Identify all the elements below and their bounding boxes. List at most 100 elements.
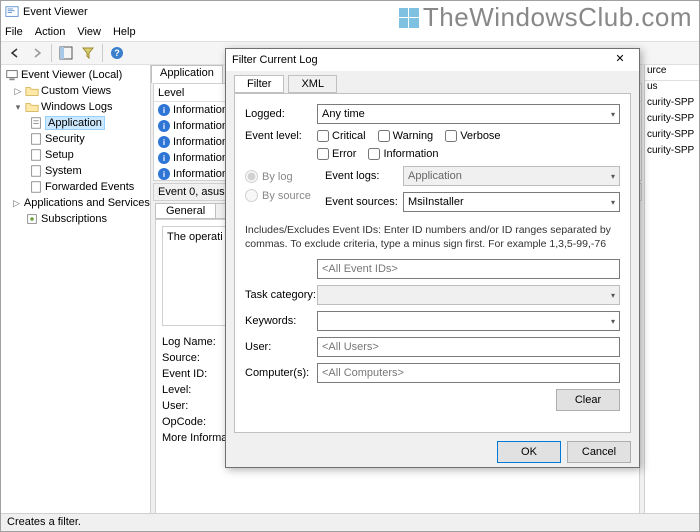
chevron-down-icon: ▾ [611,198,615,207]
tree-label: Subscriptions [41,213,107,225]
log-icon [29,148,43,162]
tree-item-subscriptions[interactable]: ▷ Subscriptions [13,211,148,227]
keywords-combo[interactable]: ▾ [317,311,620,331]
detail-title: Event 0, asus [158,186,225,198]
chevron-down-icon: ▾ [611,110,615,119]
dialog-title: Filter Current Log [232,54,318,66]
ok-button[interactable]: OK [497,441,561,463]
information-checkbox[interactable]: Information [368,148,438,160]
menu-view[interactable]: View [77,26,101,38]
warning-checkbox[interactable]: Warning [378,130,434,142]
expand-icon[interactable]: ▷ [13,86,23,97]
navigation-tree[interactable]: Event Viewer (Local) ▷ Custom Views ▾ Wi… [1,65,151,531]
tree-item-custom-views[interactable]: ▷ Custom Views [13,83,148,99]
task-category-label: Task category: [245,289,317,301]
logged-label: Logged: [245,108,317,120]
collapse-icon[interactable]: ▾ [13,102,23,113]
info-icon: i [158,136,170,148]
tab-application[interactable]: Application [151,65,223,83]
event-level: Information [173,152,228,164]
menubar: File Action View Help [1,23,699,41]
right-column: urce us curity-SPP curity-SPP curity-SPP… [644,65,699,531]
event-sources-label: Event sources: [325,196,403,208]
tree-item-windows-logs[interactable]: ▾ Windows Logs [13,99,148,115]
svg-text:?: ? [114,48,120,58]
tree-label: Security [45,133,85,145]
tree-label: Windows Logs [41,101,113,113]
logged-combo[interactable]: Any time▾ [317,104,620,124]
by-log-radio: By log [245,170,317,183]
error-checkbox[interactable]: Error [317,148,356,160]
log-icon [29,116,43,130]
user-input[interactable]: <All Users> [317,337,620,357]
close-dialog-button[interactable]: ✕ [607,50,633,70]
computers-input[interactable]: <All Computers> [317,363,620,383]
titlebar: Event Viewer [1,1,699,23]
tree-item-setup[interactable]: Setup [27,147,148,163]
cancel-button[interactable]: Cancel [567,441,631,463]
expand-icon[interactable]: ▷ [13,198,20,209]
info-icon: i [158,104,170,116]
back-button[interactable] [5,43,25,63]
arrow-right-icon [31,47,43,59]
forward-button[interactable] [27,43,47,63]
tree-label: Event Viewer (Local) [21,69,122,81]
menu-help[interactable]: Help [113,26,136,38]
dialog-titlebar: Filter Current Log ✕ [226,49,639,71]
event-level: Information [173,104,228,116]
window-title: Event Viewer [23,6,88,18]
clear-button[interactable]: Clear [556,389,620,411]
critical-checkbox[interactable]: Critical [317,130,366,142]
help-button[interactable]: ? [107,43,127,63]
tab-general[interactable]: General [155,203,216,219]
tree-label: Applications and Services Lo [24,197,151,209]
app-icon [5,5,19,19]
info-icon: i [158,120,170,132]
status-text: Creates a filter. [7,516,81,528]
menu-action[interactable]: Action [35,26,66,38]
event-level: Information [173,136,228,148]
arrow-left-icon [9,47,21,59]
show-tree-button[interactable] [56,43,76,63]
tree-label: System [45,165,82,177]
event-level-label: Event level: [245,130,317,142]
tab-xml[interactable]: XML [288,75,337,93]
event-logs-combo: Application▾ [403,166,620,186]
computers-label: Computer(s): [245,367,317,379]
tree-item-system[interactable]: System [27,163,148,179]
event-logs-label: Event logs: [325,170,403,182]
statusbar: Creates a filter. [1,513,699,531]
log-icon [29,164,43,178]
list-cell: curity-SPP [645,113,699,129]
tree-label: Custom Views [41,85,111,97]
help-icon: ? [110,46,124,60]
event-level: Information [173,168,228,180]
user-label: User: [245,341,317,353]
event-level: Information [173,120,228,132]
tree-item-forwarded[interactable]: Forwarded Events [27,179,148,195]
folder-icon [25,84,39,98]
tab-filter[interactable]: Filter [234,75,284,93]
tree-label: Forwarded Events [45,181,134,193]
dialog-body: Logged: Any time▾ Event level: Critical … [234,93,631,433]
tree-item-app-services[interactable]: ▷ Applications and Services Lo [13,195,148,211]
tree-label: Application [45,116,105,130]
menu-file[interactable]: File [5,26,23,38]
tree-root[interactable]: Event Viewer (Local) [3,67,148,83]
tree-item-security[interactable]: Security [27,131,148,147]
list-cell: curity-SPP [645,97,699,113]
info-icon: i [158,152,170,164]
subscriptions-icon [25,212,39,226]
list-cell: curity-SPP [645,129,699,145]
info-icon: i [158,168,170,180]
chevron-down-icon: ▾ [611,317,615,326]
event-sources-combo[interactable]: MsiInstaller▾ [403,192,620,212]
tree-item-application[interactable]: Application [27,115,148,131]
dialog-buttons: OK Cancel [234,441,631,463]
column-header[interactable]: urce [645,65,699,81]
event-ids-input[interactable]: <All Event IDs> [317,259,620,279]
verbose-checkbox[interactable]: Verbose [445,130,500,142]
event-ids-help: Includes/Excludes Event IDs: Enter ID nu… [245,224,620,251]
panel-icon [59,46,73,60]
filter-button[interactable] [78,43,98,63]
